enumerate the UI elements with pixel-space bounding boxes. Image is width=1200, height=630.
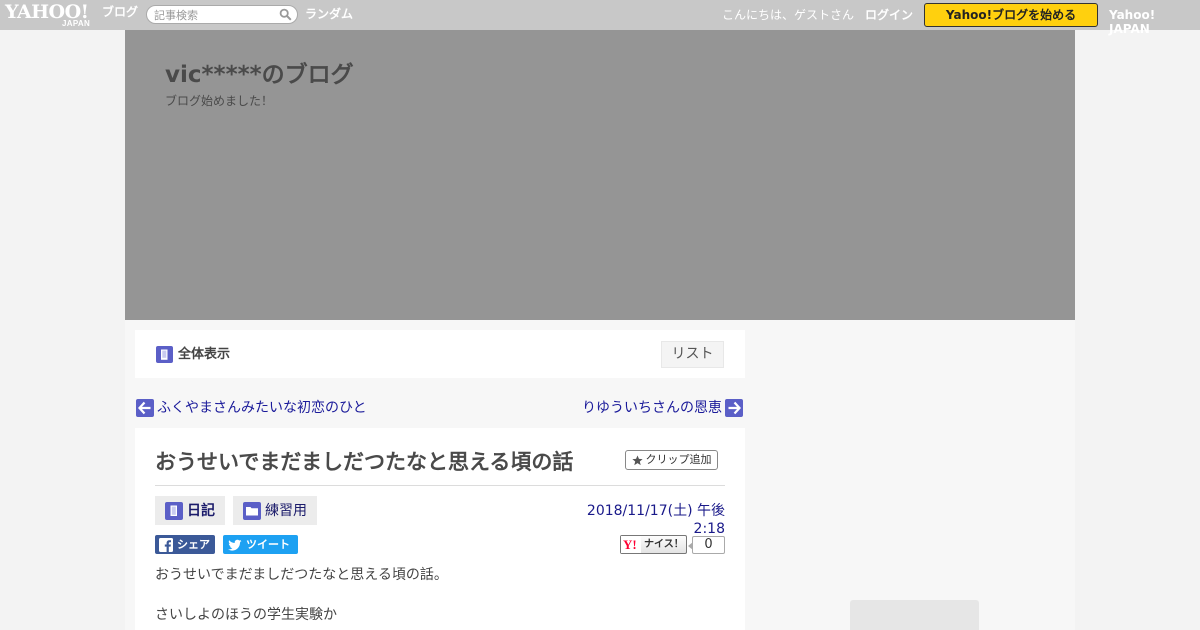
nice-count: 0 — [688, 536, 725, 554]
arrow-right-icon — [725, 399, 743, 417]
facebook-share-button[interactable]: シェア — [155, 535, 215, 554]
nice-button[interactable]: Y! ナイス！ — [620, 535, 687, 554]
blog-title[interactable]: vic*****のブログ — [165, 60, 354, 90]
blog-description: ブログ始めました！ — [165, 94, 274, 108]
all-view-link[interactable]: 全体表示 — [156, 346, 230, 363]
article-body-paragraph: さいしよのほうの学生実験か — [155, 607, 337, 623]
category-tag-label: 練習用 — [265, 502, 307, 519]
logo-japan: JAPAN — [62, 19, 91, 28]
yahoo-y-icon: Y! — [621, 536, 641, 553]
category-tag-practice[interactable]: 練習用 — [233, 496, 317, 525]
twitter-share-label: ツイート — [246, 537, 290, 551]
global-header: YAHOO! JAPAN ブログ ランダム こんにちは、ゲストさん ログイン Y… — [0, 0, 1200, 36]
clip-add-label: クリップ追加 — [645, 453, 712, 466]
start-blog-button[interactable]: Yahoo!ブログを始める — [924, 3, 1098, 27]
book-icon — [165, 501, 183, 520]
list-button[interactable]: リスト — [661, 341, 724, 368]
random-link[interactable]: ランダム — [305, 7, 353, 22]
next-article-link[interactable]: りゆういちさんの恩恵 — [582, 399, 743, 417]
yahoo-japan-link[interactable]: Yahoo! JAPAN — [1109, 8, 1200, 36]
login-link[interactable]: ログイン — [865, 8, 913, 22]
blog-header: vic*****のブログ ブログ始めました！ — [125, 30, 1075, 320]
search-icon[interactable] — [279, 8, 292, 21]
arrow-left-icon — [136, 399, 154, 417]
greeting-text: こんにちは、ゲストさん — [722, 8, 855, 22]
all-view-label: 全体表示 — [178, 347, 231, 362]
book-icon — [156, 346, 173, 363]
nice-label: ナイス！ — [644, 538, 684, 550]
sidebar-box — [850, 600, 979, 630]
twitter-share-button[interactable]: ツイート — [223, 535, 298, 554]
category-tag-diary[interactable]: 日記 — [155, 496, 225, 525]
article-body-paragraph: おうせいでまだましだつたなと思える頃の話。 — [155, 567, 448, 583]
article-toolbar: 全体表示 リスト — [135, 330, 745, 378]
article-card: おうせいでまだましだつたなと思える頃の話 クリップ追加 日記 練習用 2018/… — [135, 428, 745, 630]
search-box — [146, 5, 298, 24]
title-divider — [155, 485, 725, 486]
blog-service-label[interactable]: ブログ — [102, 4, 138, 20]
prev-article-link[interactable]: ふくやまさんみたいな初恋のひと — [136, 399, 367, 417]
yahoo-logo[interactable]: YAHOO! JAPAN — [5, 2, 103, 28]
facebook-icon — [159, 537, 173, 552]
category-tag-label: 日記 — [187, 502, 215, 519]
clip-add-button[interactable]: クリップ追加 — [625, 450, 718, 470]
star-icon — [631, 454, 643, 465]
next-article-label: りゆういちさんの恩恵 — [582, 400, 722, 416]
twitter-icon — [228, 539, 242, 551]
prev-article-label: ふくやまさんみたいな初恋のひと — [157, 400, 367, 416]
svg-text:Y!: Y! — [623, 537, 637, 552]
facebook-share-label: シェア — [177, 537, 210, 551]
folder-icon — [243, 501, 261, 520]
post-date[interactable]: 2018/11/17(土) 午後 2:18 — [565, 502, 725, 538]
search-input[interactable] — [154, 7, 272, 23]
article-title: おうせいでまだましだつたなと思える頃の話 — [155, 450, 574, 474]
